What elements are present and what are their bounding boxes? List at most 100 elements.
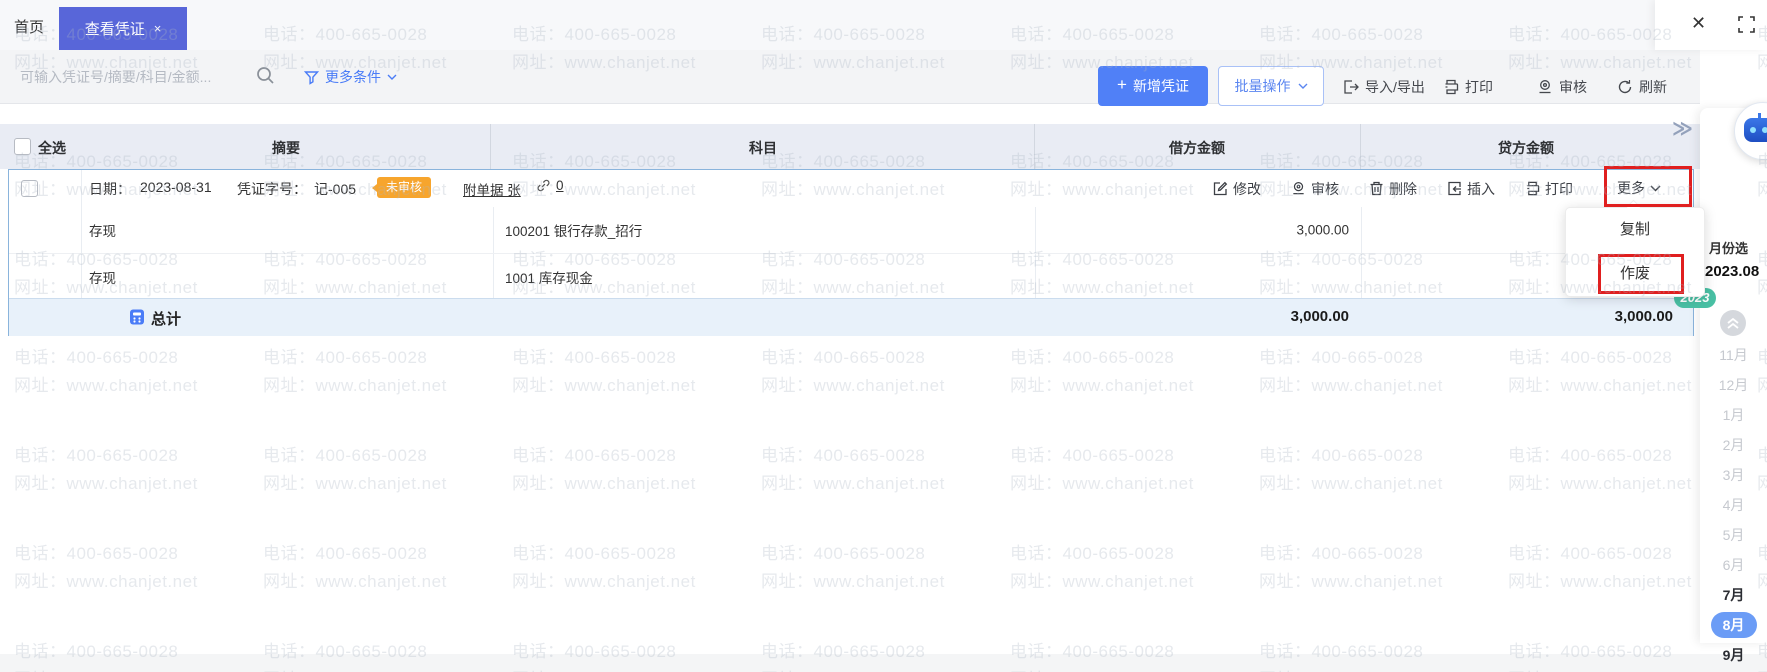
refresh-icon (1617, 79, 1633, 95)
voucher-checkbox[interactable] (21, 180, 38, 197)
table-header: 全选 摘要 科目 借方金额 贷方金额 (0, 124, 1700, 169)
watermark-phone: 电话：400-665-0028 (512, 544, 677, 563)
menu-item-作废[interactable]: 作废 (1566, 252, 1704, 296)
插入-action-button[interactable]: 插入 (1447, 179, 1495, 199)
watermark-site: 网址：www.chanjet.net (512, 376, 696, 395)
fullscreen-icon[interactable] (1738, 16, 1755, 33)
month-item-12月[interactable]: 12月 (1700, 370, 1767, 400)
month-panel-title: 月份选 (1709, 241, 1749, 256)
chevron-down-icon (1298, 83, 1307, 89)
new-voucher-button[interactable]: + 新增凭证 (1098, 66, 1208, 106)
col-header-debit: 借方金额 (1169, 140, 1225, 156)
voucher-view-page: 首页 查看凭证 × ✕ 更多条件 + 新增凭证 (0, 0, 1767, 672)
select-all-checkbox[interactable] (14, 138, 31, 155)
tab-view-voucher[interactable]: 查看凭证 × (59, 7, 187, 50)
scroll-up-icon[interactable] (1720, 310, 1746, 336)
search-icon[interactable] (256, 66, 275, 85)
删除-action-button[interactable]: 删除 (1369, 179, 1417, 199)
more-dropdown-button[interactable]: 更多 (1617, 178, 1661, 198)
month-item-9月[interactable]: 9月 (1700, 640, 1767, 670)
watermark-site: 网址：www.chanjet.net (1508, 474, 1692, 493)
watermark-phone: 电话：400-665-0028 (1508, 544, 1673, 563)
total-row: 总计 3,000.00 3,000.00 (9, 298, 1693, 336)
line-account: 1001 库存现金 (505, 270, 593, 286)
audit-button[interactable]: 审核 (1537, 77, 1587, 97)
more-context-menu: 复制 作废 (1565, 199, 1705, 297)
link-count[interactable]: 0 (536, 178, 564, 193)
tab-view-voucher-label: 查看凭证 (84, 21, 145, 38)
month-item-8月[interactable]: 8月 (1700, 610, 1767, 640)
bottom-strip (0, 654, 1767, 672)
new-voucher-label: 新增凭证 (1132, 78, 1189, 94)
watermark-phone: 电话：400-665-0028 (761, 348, 926, 367)
watermark-phone: 电话：400-665-0028 (14, 446, 179, 465)
print-icon (1525, 181, 1540, 196)
month-item-11月[interactable]: 11月 (1700, 340, 1767, 370)
robot-head-icon (1744, 113, 1767, 142)
printer-icon (1443, 79, 1459, 95)
tab-home[interactable]: 首页 (14, 16, 44, 37)
voucher-line-row[interactable]: 存现1001 库存现金3,000.00 (9, 253, 1693, 299)
print-button[interactable]: 打印 (1443, 77, 1493, 97)
col-header-account: 科目 (749, 140, 777, 156)
打印-action-button[interactable]: 打印 (1525, 179, 1573, 199)
line-summary: 存现 (89, 270, 116, 286)
menu-item-复制[interactable]: 复制 (1566, 208, 1704, 252)
col-header-credit: 贷方金额 (1498, 140, 1554, 156)
audit-icon (1291, 181, 1306, 196)
month-item-6月[interactable]: 6月 (1700, 550, 1767, 580)
collapse-panel-icon[interactable]: ≫ (1672, 116, 1693, 141)
watermark-phone: 电话：400-665-0028 (512, 446, 677, 465)
voucher-header-row: 日期： 2023-08-31 凭证字号： 记-005 未审核 附单据 张 0 修… (9, 170, 1693, 207)
watermark-site: 网址：www.chanjet.net (14, 572, 198, 591)
search-input[interactable] (18, 64, 247, 90)
voucher-actions: 修改 审核 删除 插入 打印 (1213, 170, 1573, 207)
month-item-1月[interactable]: 1月 (1700, 400, 1767, 430)
close-icon[interactable]: ✕ (1691, 13, 1706, 34)
attachment-link[interactable]: 附单据 张 (463, 179, 521, 199)
修改-action-button[interactable]: 修改 (1213, 179, 1261, 199)
watermark-site: 网址：www.chanjet.net (761, 572, 945, 591)
watermark-site: 网址：www.chanjet.net (512, 572, 696, 591)
more-conditions-dropdown[interactable]: 更多条件 (304, 67, 397, 87)
month-item-3月[interactable]: 3月 (1700, 460, 1767, 490)
total-credit: 3,000.00 (1614, 308, 1673, 325)
month-item-4月[interactable]: 4月 (1700, 490, 1767, 520)
month-panel: 月份选 2023.08 11月12月1月2月3月4月5月6月7月8月9月10月 (1700, 108, 1767, 663)
import-export-button[interactable]: 导入/导出 (1343, 77, 1425, 97)
watermark-phone: 电话：400-665-0028 (1259, 348, 1424, 367)
refresh-button[interactable]: 刷新 (1617, 77, 1667, 97)
month-item-2月[interactable]: 2月 (1700, 430, 1767, 460)
watermark-phone: 电话：400-665-0028 (263, 446, 428, 465)
plus-icon: + (1117, 75, 1127, 94)
month-item-5月[interactable]: 5月 (1700, 520, 1767, 550)
batch-label: 批量操作 (1234, 78, 1291, 94)
toolbar: 更多条件 + 新增凭证 批量操作 导入/导出 打印 (0, 50, 1700, 106)
delete-icon (1369, 181, 1384, 196)
link-icon (536, 178, 551, 193)
total-debit: 3,000.00 (1290, 308, 1349, 325)
tab-close-icon[interactable]: × (154, 21, 162, 36)
watermark-phone: 电话：400-665-0028 (761, 544, 926, 563)
watermark-phone: 电话：400-665-0028 (263, 544, 428, 563)
watermark-site: 网址：www.chanjet.net (14, 376, 198, 395)
month-list: 11月12月1月2月3月4月5月6月7月8月9月10月 (1700, 340, 1767, 672)
watermark-site: 网址：www.chanjet.net (1259, 474, 1443, 493)
watermark-phone: 电话：400-665-0028 (1508, 348, 1673, 367)
watermark-site: 网址：www.chanjet.net (1508, 376, 1692, 395)
filter-funnel-icon (304, 70, 319, 85)
watermark-phone: 电话：400-665-0028 (1010, 446, 1175, 465)
insert-icon (1447, 181, 1462, 196)
watermark-site: 网址：www.chanjet.net (263, 376, 447, 395)
batch-operations-button[interactable]: 批量操作 (1218, 66, 1324, 106)
审核-action-button[interactable]: 审核 (1291, 179, 1339, 199)
calculator-icon (129, 309, 145, 325)
watermark-phone: 电话：400-665-0028 (1010, 544, 1175, 563)
import-export-icon (1343, 79, 1359, 95)
voucher-line-row[interactable]: 存现 100201 银行存款_招行 3,000.00 (9, 207, 1693, 253)
watermark-phone: 电话：400-665-0028 (14, 348, 179, 367)
refresh-label: 刷新 (1639, 79, 1667, 95)
month-item-7月[interactable]: 7月 (1700, 580, 1767, 610)
voucher-card: 日期： 2023-08-31 凭证字号： 记-005 未审核 附单据 张 0 修… (8, 169, 1694, 336)
col-header-summary: 摘要 (272, 140, 300, 156)
